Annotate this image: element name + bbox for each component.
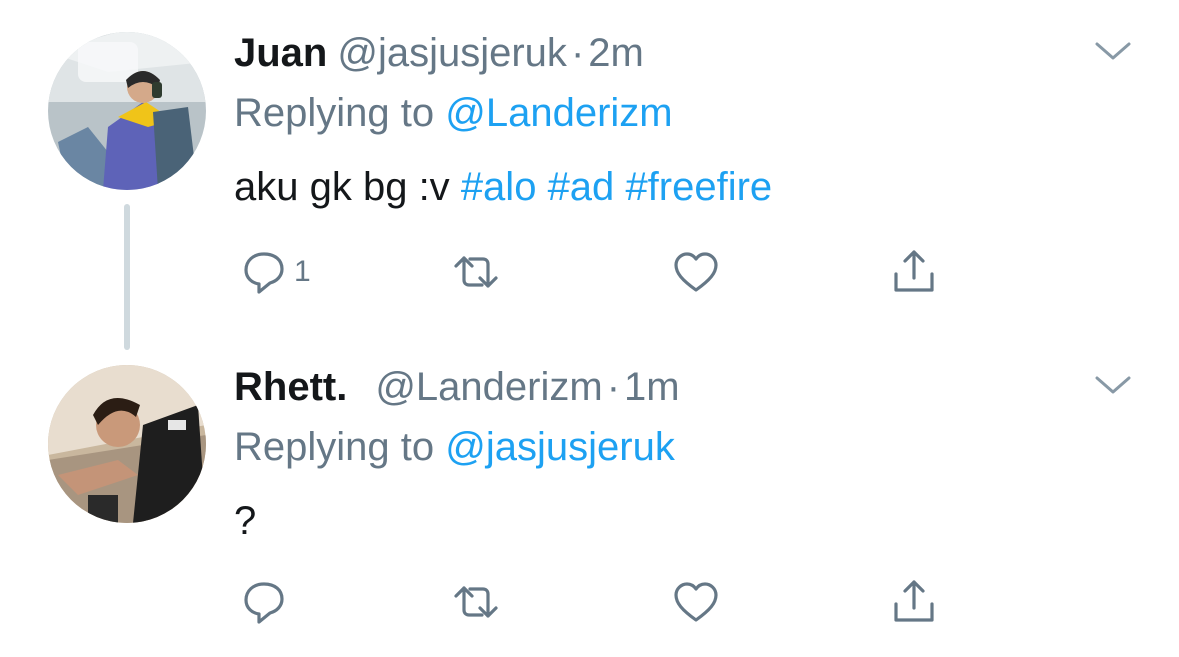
hashtag-link[interactable]: #ad: [548, 165, 615, 209]
tweet-content: Rhett. @Landerizm · 1m Replying to @jasjusj…: [234, 362, 1139, 546]
share-button[interactable]: [890, 578, 938, 626]
retweet-icon: [454, 256, 498, 288]
timestamp[interactable]: 2m: [588, 31, 644, 75]
separator: ·: [606, 365, 621, 409]
reply-icon: [244, 252, 284, 294]
mention-link[interactable]: @jasjusjeruk: [445, 425, 675, 469]
avatar-photo: [48, 32, 206, 190]
avatar[interactable]: [48, 32, 206, 190]
tweet[interactable]: Rhett. @Landerizm · 1m Replying to @jasjusj…: [0, 330, 1179, 657]
share-icon: [894, 250, 934, 292]
reply-count: 1: [294, 255, 311, 288]
chevron-down-icon[interactable]: [1093, 370, 1133, 400]
like-button[interactable]: [672, 578, 720, 626]
heart-icon: [674, 582, 718, 622]
mention-link[interactable]: @Landerizm: [445, 91, 672, 135]
tweet-text-body: ?: [234, 499, 257, 543]
username[interactable]: @Landerizm: [375, 365, 602, 409]
tweet-content: Juan @jasjusjeruk · 2m Replying to @Landeri…: [234, 28, 1139, 212]
share-icon: [894, 580, 934, 622]
share-button[interactable]: [890, 248, 938, 296]
like-button[interactable]: [672, 248, 720, 296]
replying-to: Replying to @jasjusjeruk: [234, 422, 1139, 472]
tweet-text: ?: [234, 496, 1139, 546]
replying-to-label: Replying to: [234, 91, 435, 135]
retweet-icon: [454, 586, 498, 618]
reply-button[interactable]: [240, 578, 294, 626]
hashtag-link[interactable]: #freefire: [625, 165, 772, 209]
tweet-text-body: aku gk bg :v: [234, 165, 450, 209]
tweet-header: Rhett. @Landerizm · 1m: [234, 362, 1139, 412]
hashtag-link[interactable]: #alo: [461, 165, 537, 209]
display-name[interactable]: Juan: [234, 31, 327, 75]
chevron-down-icon[interactable]: [1093, 36, 1133, 66]
reply-button[interactable]: 1: [240, 248, 311, 296]
retweet-button[interactable]: [452, 248, 500, 296]
retweet-button[interactable]: [452, 578, 500, 626]
username[interactable]: @jasjusjeruk: [337, 31, 567, 75]
timestamp[interactable]: 1m: [624, 365, 680, 409]
avatar[interactable]: [48, 365, 206, 523]
separator: ·: [570, 31, 585, 75]
thread-line: [124, 204, 130, 350]
avatar-photo: [48, 365, 206, 523]
display-name[interactable]: Rhett.: [234, 365, 347, 409]
heart-icon: [674, 252, 718, 292]
tweet[interactable]: Juan @jasjusjeruk · 2m Replying to @Landeri…: [0, 0, 1179, 350]
replying-to: Replying to @Landerizm: [234, 88, 1139, 138]
tweet-header: Juan @jasjusjeruk · 2m: [234, 28, 1139, 78]
replying-to-label: Replying to: [234, 425, 435, 469]
reply-icon: [244, 582, 284, 624]
tweet-text: aku gk bg :v #alo #ad #freefire: [234, 162, 1139, 212]
